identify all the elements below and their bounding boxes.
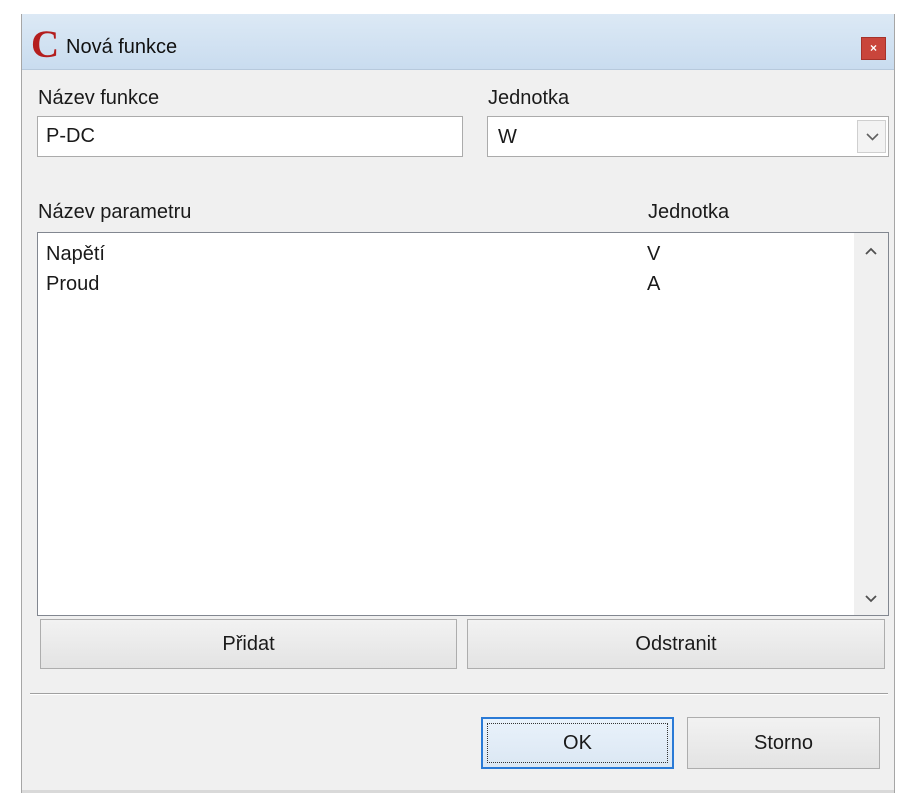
parameter-name-column-header: Název parametru [38,201,192,223]
function-name-input[interactable] [37,116,463,157]
add-parameter-button[interactable]: Přidat [40,619,457,669]
cancel-button[interactable]: Storno [687,717,880,769]
parameter-unit: V [647,243,661,265]
parameter-unit: A [647,273,661,295]
scroll-down-button[interactable] [854,581,888,615]
ok-button-label: OK [563,732,592,754]
list-item[interactable]: Napětí V [38,239,848,269]
parameter-name: Proud [46,273,100,295]
list-scrollbar[interactable] [854,233,888,615]
function-name-label: Název funkce [38,87,160,109]
unit-select[interactable]: W [487,116,889,157]
unit-selected-value: W [498,126,517,148]
chevron-down-icon [866,133,879,141]
ok-button[interactable]: OK [481,717,674,769]
scroll-up-button[interactable] [854,233,888,267]
dialog-title: Nová funkce [66,36,178,58]
unit-label: Jednotka [488,87,570,109]
parameter-list[interactable]: Napětí V Proud A [37,232,889,616]
title-bar[interactable]: C Nová funkce × [22,14,894,70]
remove-parameter-button[interactable]: Odstranit [467,619,885,669]
dialog-window: C Nová funkce × Název funkce Jednotka W … [21,14,895,793]
list-item[interactable]: Proud A [38,269,848,299]
parameter-unit-column-header: Jednotka [648,201,730,223]
app-logo-icon: C [31,23,60,66]
unit-dropdown-button[interactable] [857,120,886,153]
divider [30,693,888,695]
close-icon: × [869,41,877,55]
parameter-name: Napětí [46,243,105,265]
close-button[interactable]: × [861,37,886,60]
chevron-up-icon [865,247,877,255]
chevron-down-icon [865,595,877,603]
